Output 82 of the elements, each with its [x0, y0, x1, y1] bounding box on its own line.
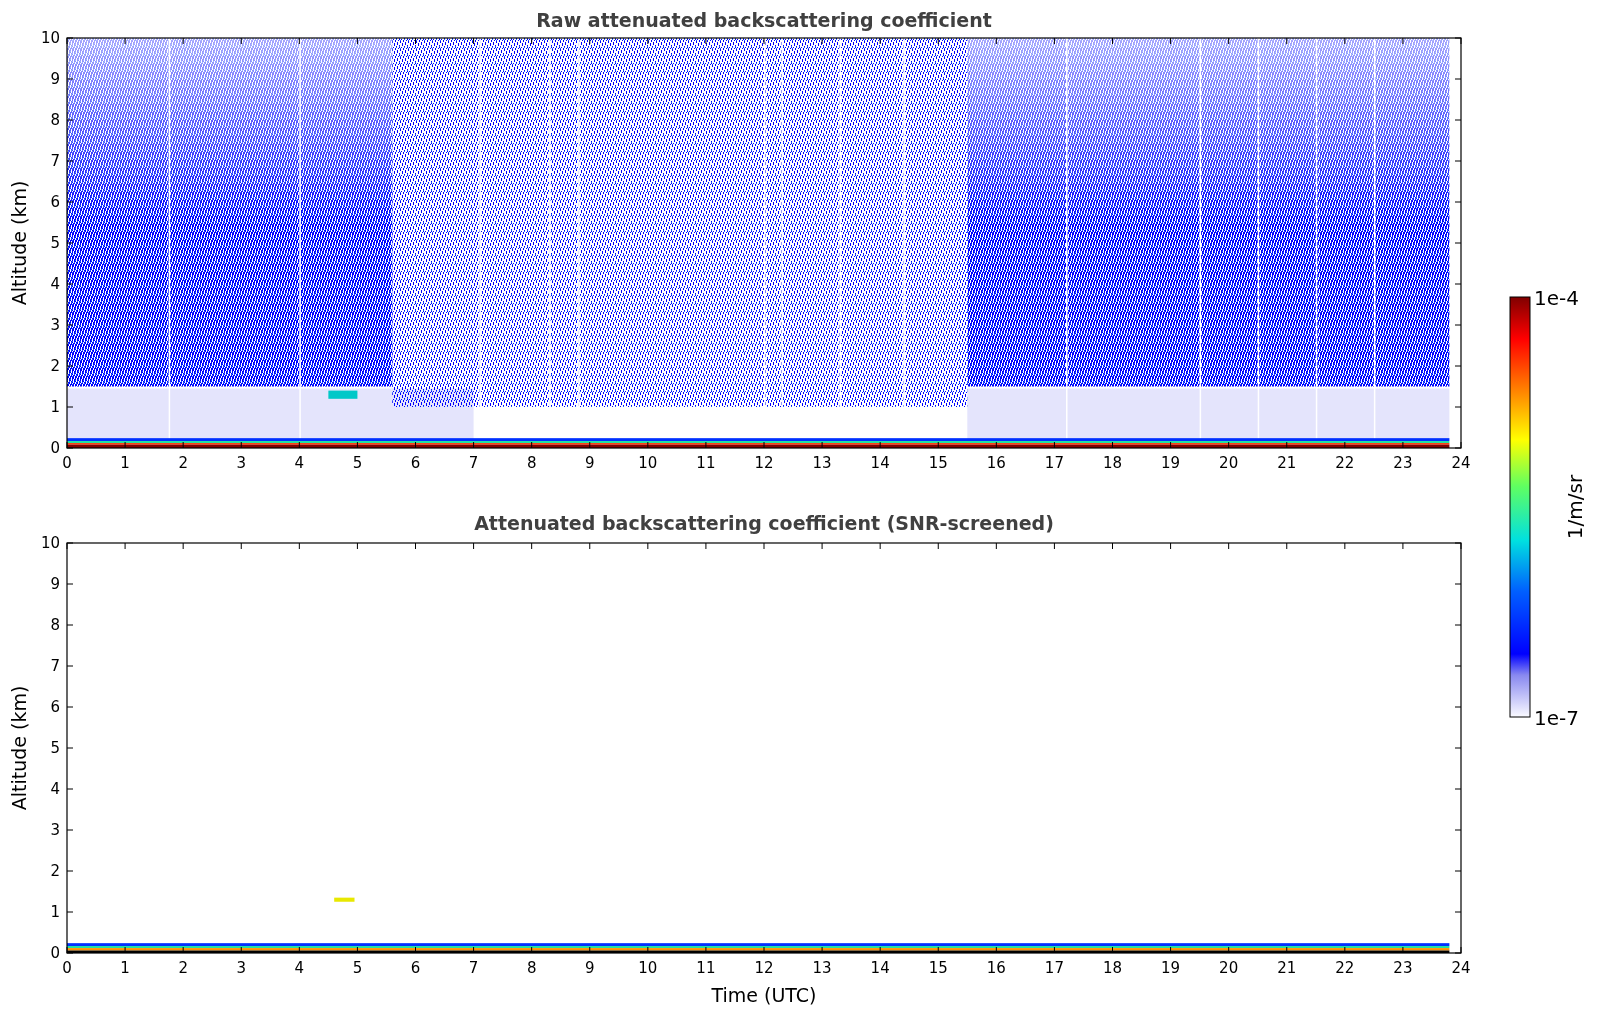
x-tick-label: 20 — [1219, 959, 1239, 977]
x-tick-label: 0 — [62, 959, 72, 977]
x-tick-label: 10 — [638, 959, 658, 977]
y-tick-label: 5 — [50, 739, 60, 757]
y-tick-label: 10 — [40, 534, 60, 552]
y-axis-label: Altitude (km) — [8, 685, 30, 811]
y-tick-label: 3 — [50, 821, 60, 839]
cloud-patch — [334, 897, 355, 902]
x-tick-label: 3 — [236, 959, 246, 977]
x-tick-label: 17 — [1044, 959, 1064, 977]
y-tick-label: 0 — [50, 439, 60, 457]
chart-title: Attenuated backscattering coefficient (SNR-screened) — [474, 512, 1054, 534]
x-tick-label: 23 — [1393, 959, 1413, 977]
x-tick-label: 17 — [1044, 454, 1064, 472]
x-tick-label: 21 — [1277, 959, 1297, 977]
x-tick-label: 8 — [526, 959, 537, 977]
x-tick-label: 9 — [585, 454, 595, 472]
y-tick-label: 10 — [40, 29, 60, 47]
x-tick-label: 18 — [1102, 454, 1123, 472]
x-tick-label: 14 — [870, 959, 890, 977]
x-tick-label: 13 — [812, 454, 832, 472]
x-tick-label: 20 — [1219, 454, 1239, 472]
y-tick-label: 1 — [50, 903, 60, 921]
y-tick-label: 9 — [50, 70, 60, 88]
x-tick-label: 2 — [178, 454, 188, 472]
x-tick-label: 6 — [410, 959, 421, 977]
cloud-patch — [328, 390, 358, 399]
y-tick-label: 8 — [50, 616, 60, 634]
chart-title: Raw attenuated backscattering coefficient — [536, 9, 992, 31]
x-tick-label: 7 — [468, 959, 479, 977]
x-tick-label: 19 — [1161, 454, 1181, 472]
x-tick-label: 0 — [62, 454, 72, 472]
y-tick-label: 0 — [50, 944, 60, 962]
x-tick-label: 14 — [870, 454, 890, 472]
x-tick-label: 1 — [120, 959, 130, 977]
x-tick-label: 3 — [236, 454, 246, 472]
x-tick-label: 11 — [696, 959, 716, 977]
x-tick-label: 21 — [1277, 454, 1297, 472]
x-tick-label: 16 — [986, 454, 1006, 472]
x-tick-label: 10 — [638, 454, 658, 472]
colorbar-unit-label: 1/m/sr — [1563, 474, 1587, 540]
x-tick-label: 19 — [1161, 959, 1181, 977]
colorbar-min-label: 1e-7 — [1534, 706, 1579, 730]
x-tick-label: 18 — [1102, 959, 1123, 977]
x-tick-label: 9 — [585, 959, 595, 977]
x-tick-label: 1 — [120, 454, 130, 472]
y-tick-label: 2 — [50, 357, 60, 375]
x-tick-label: 12 — [754, 959, 774, 977]
x-tick-label: 11 — [696, 454, 716, 472]
y-tick-label: 5 — [50, 234, 60, 252]
y-tick-label: 8 — [50, 111, 60, 129]
y-tick-label: 4 — [50, 275, 60, 293]
x-tick-label: 24 — [1451, 959, 1471, 977]
x-tick-label: 13 — [812, 959, 832, 977]
x-axis-label: Time (UTC) — [711, 984, 817, 1006]
y-tick-label: 3 — [50, 316, 60, 334]
x-tick-label: 7 — [468, 454, 479, 472]
y-tick-label: 6 — [50, 698, 60, 716]
y-tick-label: 4 — [50, 780, 60, 798]
x-tick-label: 22 — [1335, 959, 1355, 977]
y-tick-label: 2 — [50, 862, 60, 880]
x-tick-label: 5 — [352, 454, 363, 472]
x-tick-label: 15 — [928, 454, 948, 472]
y-tick-label: 6 — [50, 193, 60, 211]
y-tick-label: 7 — [50, 657, 60, 675]
x-tick-label: 5 — [352, 959, 363, 977]
x-tick-label: 16 — [986, 959, 1006, 977]
x-tick-label: 6 — [410, 454, 421, 472]
x-tick-label: 24 — [1451, 454, 1471, 472]
x-tick-label: 8 — [526, 454, 537, 472]
x-tick-label: 15 — [928, 959, 948, 977]
y-tick-label: 1 — [50, 398, 60, 416]
x-tick-label: 4 — [294, 959, 305, 977]
y-tick-label: 9 — [50, 575, 60, 593]
colorbar-max-label: 1e-4 — [1534, 286, 1579, 310]
x-tick-label: 2 — [178, 959, 188, 977]
y-tick-label: 7 — [50, 152, 60, 170]
x-tick-label: 12 — [754, 454, 774, 472]
x-tick-label: 22 — [1335, 454, 1355, 472]
x-tick-label: 4 — [294, 454, 305, 472]
y-axis-label: Altitude (km) — [8, 180, 30, 306]
x-tick-label: 23 — [1393, 454, 1413, 472]
